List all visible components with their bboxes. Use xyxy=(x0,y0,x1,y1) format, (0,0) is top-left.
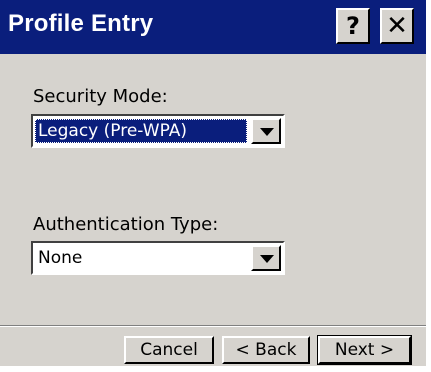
next-button[interactable]: Next > xyxy=(317,335,412,365)
security-mode-dropdown-button[interactable] xyxy=(251,118,281,144)
authentication-type-dropdown-button[interactable] xyxy=(251,245,281,271)
back-button[interactable]: < Back xyxy=(222,336,310,364)
cancel-button[interactable]: Cancel xyxy=(124,336,214,364)
authentication-type-value: None xyxy=(38,248,83,268)
authentication-type-label: Authentication Type: xyxy=(33,214,219,235)
window-title: Profile Entry xyxy=(8,10,154,37)
security-mode-value: Legacy (Pre-WPA) xyxy=(35,119,247,143)
separator-highlight xyxy=(0,326,426,327)
authentication-type-dropdown[interactable]: None xyxy=(31,241,285,275)
help-button[interactable]: ? xyxy=(336,8,370,44)
chevron-down-icon xyxy=(260,128,274,136)
chevron-down-icon xyxy=(260,255,274,263)
profile-entry-dialog: Profile Entry ? ✕ Security Mode: Legacy … xyxy=(0,0,426,366)
security-mode-dropdown[interactable]: Legacy (Pre-WPA) xyxy=(31,114,285,148)
security-mode-label: Security Mode: xyxy=(33,86,168,107)
close-button[interactable]: ✕ xyxy=(380,8,414,44)
title-bar: Profile Entry ? ✕ xyxy=(0,0,426,54)
